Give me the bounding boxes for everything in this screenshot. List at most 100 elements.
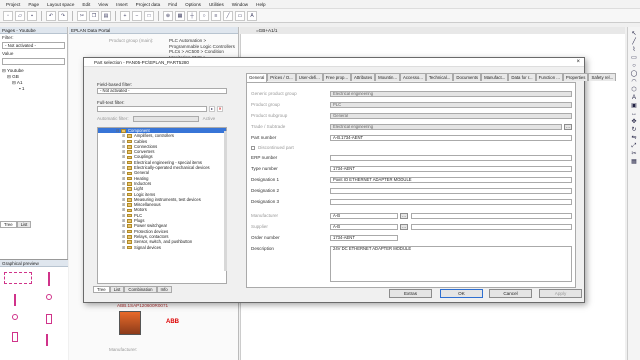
type-number-field[interactable]: 1734-AENT (330, 166, 572, 172)
pages-tab-list[interactable]: List (16, 221, 32, 228)
page-tab[interactable]: =GB+A1/1 (256, 28, 277, 33)
property-tab[interactable]: Accesso... (400, 73, 426, 81)
terminal-icon[interactable]: ○ (199, 10, 209, 21)
view-tab-tree[interactable]: Tree (93, 286, 110, 293)
trade-browse-button[interactable]: … (564, 124, 572, 130)
description-field[interactable]: 24V DC ETHERNET ADAPTER MODULE (330, 246, 572, 282)
supplier-field[interactable]: A-B (330, 224, 398, 230)
rectangle-icon[interactable]: ▭ (235, 10, 245, 21)
paste-icon[interactable]: ▤ (101, 10, 111, 21)
rectangle-icon[interactable]: ▭ (631, 55, 637, 62)
trim-icon[interactable]: ✂ (631, 151, 636, 158)
menu-item[interactable]: Edit (82, 2, 90, 7)
cable-icon[interactable]: ≡ (211, 10, 221, 21)
zoom-window-icon[interactable]: □ (144, 10, 154, 21)
property-tab[interactable]: Mountin... (375, 73, 401, 81)
zoom-out-icon[interactable]: − (132, 10, 142, 21)
save-icon[interactable]: ▪ (27, 10, 37, 21)
menu-item[interactable]: Project data (136, 2, 161, 7)
part-tree-item[interactable]: ⊞ Signal devices (98, 245, 226, 250)
group-icon[interactable]: ▦ (631, 159, 637, 166)
insert-device-icon[interactable]: ▦ (175, 10, 185, 21)
zoom-in-icon[interactable]: + (120, 10, 130, 21)
tree-node-page-1[interactable]: ▪ 1 (2, 86, 65, 92)
redo-icon[interactable]: ↷ (58, 10, 68, 21)
menu-item[interactable]: Insert (116, 2, 128, 7)
part-number-field[interactable]: A-B.1734-AENT (330, 135, 572, 141)
ok-button[interactable]: OK (440, 289, 483, 298)
field-filter-select[interactable]: - Not activated - (97, 88, 227, 94)
property-tab[interactable]: Properties (562, 73, 589, 81)
menu-item[interactable]: Find (168, 2, 177, 7)
designation2-field[interactable] (330, 188, 572, 194)
view-tab-info[interactable]: Info (156, 286, 172, 293)
view-tab-combination[interactable]: Combination (124, 286, 157, 293)
property-tab[interactable]: Free prop... (322, 73, 351, 81)
line-icon[interactable]: ╱ (632, 39, 636, 46)
designation3-field[interactable] (330, 199, 572, 205)
menu-item[interactable]: Page (28, 2, 39, 7)
product-code[interactable]: ABB.1SAP120600R0071 (117, 303, 168, 308)
menu-item[interactable]: Utilities (209, 2, 224, 7)
property-tab[interactable]: Data for r... (508, 73, 536, 81)
pages-value-input[interactable] (2, 58, 65, 65)
supplier-browse-button[interactable]: … (400, 224, 408, 230)
connection-icon[interactable]: ┼ (187, 10, 197, 21)
menu-item[interactable]: View (98, 2, 108, 7)
menu-item[interactable]: Project (6, 2, 20, 7)
property-tab[interactable]: User-defi... (295, 73, 323, 81)
erp-number-field[interactable] (330, 155, 572, 161)
image-icon[interactable]: ▣ (631, 103, 637, 110)
select-icon[interactable]: ↖ (631, 31, 636, 38)
menu-item[interactable]: Options (185, 2, 201, 7)
ellipse-icon[interactable]: ◯ (631, 71, 638, 78)
property-tab[interactable]: Manufact... (481, 73, 509, 81)
undo-icon[interactable]: ↶ (46, 10, 56, 21)
mirror-icon[interactable]: ⇋ (631, 135, 636, 142)
clear-filter-icon[interactable]: ✕ (217, 106, 223, 112)
dimension-icon[interactable]: ↔ (631, 111, 637, 118)
scale-icon[interactable]: ⤢ (632, 143, 637, 150)
property-tab[interactable]: Documents (453, 73, 482, 81)
apply-filter-icon[interactable]: ▸ (209, 106, 215, 112)
insert-symbol-icon[interactable]: ⊕ (163, 10, 173, 21)
manufacturer-field[interactable]: A-B (330, 213, 398, 219)
open-icon[interactable]: ▱ (15, 10, 25, 21)
property-tab[interactable]: Safety rel... (588, 73, 617, 81)
pages-filter-select[interactable]: - Not activated - (2, 42, 65, 49)
menu-item[interactable]: Help (256, 2, 265, 7)
cut-icon[interactable]: ✂ (77, 10, 87, 21)
menu-item[interactable]: Window (232, 2, 248, 7)
line-icon[interactable]: ╱ (223, 10, 233, 21)
text-icon[interactable]: A (247, 10, 257, 21)
automatic-filter-select[interactable] (132, 116, 199, 122)
property-tab[interactable]: Technical... (425, 73, 454, 81)
property-tab[interactable]: Prices / O... (267, 73, 296, 81)
property-tab[interactable]: General (246, 73, 268, 82)
rotate-icon[interactable]: ↻ (631, 127, 636, 134)
property-tab[interactable]: Function ... (535, 73, 563, 81)
cancel-button[interactable]: Cancel (489, 289, 532, 298)
arc-icon[interactable]: ◠ (631, 79, 636, 86)
new-icon[interactable]: ▫ (3, 10, 13, 21)
pages-tab-tree[interactable]: Tree (0, 221, 17, 228)
menu-item[interactable]: Layout space (47, 2, 74, 7)
polygon-icon[interactable]: ⬡ (631, 87, 636, 94)
view-tab-list[interactable]: List (109, 286, 125, 293)
property-tab[interactable]: Attributes (350, 73, 376, 81)
discontinued-checkbox[interactable] (251, 145, 255, 150)
extras-button[interactable]: Extras (389, 289, 432, 298)
polyline-icon[interactable]: ⌇ (633, 47, 636, 54)
apply-button[interactable]: Apply (539, 289, 582, 298)
active-checkbox-label[interactable]: Active (203, 116, 216, 122)
order-number-field[interactable]: 1734-AENT (330, 235, 398, 241)
text-icon[interactable]: A (632, 95, 636, 102)
manufacturer-browse-button[interactable]: … (400, 213, 408, 219)
copy-icon[interactable]: ❐ (89, 10, 99, 21)
close-icon[interactable]: × (576, 58, 580, 67)
circle-icon[interactable]: ○ (632, 63, 636, 70)
move-icon[interactable]: ✥ (631, 119, 636, 126)
fulltext-filter-input[interactable] (97, 106, 207, 112)
tree-scrollbar[interactable] (224, 131, 227, 271)
designation1-field[interactable]: Point IO ETHERNET ADAPTER MODULE (330, 177, 572, 183)
